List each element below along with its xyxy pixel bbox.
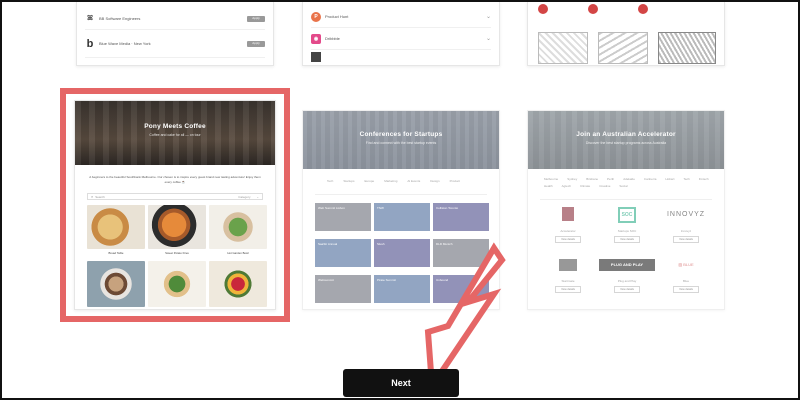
filter-chip[interactable]: Agtech [562, 184, 571, 188]
list-item-label: Blue Wave Media · New York [99, 41, 151, 46]
filter-chip[interactable]: Tech [683, 177, 689, 181]
template-card-top-middle[interactable]: P Product Hunt ⌄ ◉ Dribbble ⌄ ▬ [302, 2, 500, 66]
filter-row: Melbourne Sydney Brisbane Perth Adelaide… [544, 177, 710, 188]
view-details-button[interactable]: View details [614, 236, 640, 243]
template-card-top-right[interactable] [527, 2, 725, 66]
hero-banner: Conferences for Startups Find and connec… [303, 111, 499, 169]
list-item-label: BB Software Engineers [99, 16, 141, 21]
avatar-row [538, 4, 718, 16]
avatar [588, 4, 598, 14]
product-hunt-icon: P [311, 11, 321, 22]
hero-image-texture [528, 111, 724, 169]
accelerator-label: Accelerator [560, 229, 576, 233]
divider [315, 194, 487, 195]
avatar [638, 4, 648, 14]
illustration [658, 32, 716, 64]
accelerator-logo: ▨ BLUE [678, 262, 694, 267]
company-logo-icon: b [86, 37, 94, 50]
filter-chip[interactable]: Sydney [567, 177, 577, 181]
list-item: ꕤ BB Software Engineers Apply [85, 8, 265, 30]
apply-button[interactable]: Apply [247, 15, 265, 22]
accelerator-logo-cell: SOC Startups SOC View details [599, 207, 655, 243]
app-frame: ꕤ BB Software Engineers Apply b Blue Wav… [0, 0, 800, 400]
view-details-button[interactable]: View details [673, 286, 699, 293]
apply-button[interactable]: Apply [247, 40, 265, 47]
accelerator-logo: ◼ [559, 259, 577, 271]
filter-chip[interactable]: Health [544, 184, 553, 188]
event-tile[interactable]: Websummit [315, 275, 371, 303]
hero-banner: Join an Australian Accelerator Discover … [528, 111, 724, 169]
card-title: Conferences for Startups [359, 131, 443, 138]
accelerator-label: Innovyz [680, 229, 692, 233]
list-item: ◉ Dribbble ⌄ [311, 28, 491, 50]
list-item: b Blue Wave Media · New York Apply [85, 30, 265, 58]
selection-highlight [60, 88, 290, 322]
illustration [598, 32, 648, 64]
accelerator-label: Startups SOC [617, 229, 637, 233]
divider [540, 199, 712, 200]
filter-chip[interactable]: Creative [599, 184, 610, 188]
filter-chip[interactable]: Climate [580, 184, 590, 188]
filter-chip[interactable]: Perth [607, 177, 614, 181]
accelerator-logo: PLUG AND PLAY [599, 259, 655, 271]
event-tile[interactable]: DLD Munich [433, 239, 489, 267]
filter-chip[interactable]: Europe [365, 179, 375, 183]
accelerator-logo: INNOVYZ [666, 211, 706, 218]
filter-chip[interactable]: Social [619, 184, 627, 188]
accelerator-logo: ▣ [562, 207, 574, 221]
accelerator-label: Blue [682, 279, 689, 283]
view-details-button[interactable]: View details [614, 286, 640, 293]
accelerator-logo-cell: INNOVYZ Innovyz View details [658, 207, 714, 243]
avatar [538, 4, 548, 14]
event-tile[interactable]: Slush [374, 239, 430, 267]
event-tile[interactable]: Pirate Summit [374, 275, 430, 303]
template-card-top-left[interactable]: ꕤ BB Software Engineers Apply b Blue Wav… [76, 2, 274, 66]
chevron-down-icon[interactable]: ⌄ [486, 35, 491, 42]
filter-chip[interactable]: Design [430, 179, 439, 183]
company-logo-icon: ꕤ [87, 14, 93, 22]
filter-chip[interactable]: AI Events [407, 179, 420, 183]
event-tile[interactable]: Collision Toronto [433, 203, 489, 231]
event-tile[interactable]: SaaStr Annual [315, 239, 371, 267]
card-subtitle: Find and connect with the best startup e… [365, 141, 437, 145]
next-button[interactable]: Next [343, 369, 459, 397]
accelerator-label: Startmate [561, 279, 575, 283]
accelerator-logo-cell: PLUG AND PLAY Plug and Play View details [599, 259, 655, 293]
filter-chip[interactable]: Fintech [699, 177, 709, 181]
template-card-conferences[interactable]: Conferences for Startups Find and connec… [302, 110, 500, 310]
template-card-accelerator[interactable]: Join an Australian Accelerator Discover … [527, 110, 725, 310]
illustration [538, 32, 588, 64]
accelerator-logo-cell: ▣ Accelerator View details [540, 207, 596, 243]
filter-chip[interactable]: Tech [327, 179, 333, 183]
list-item-label: Dribbble [325, 36, 340, 41]
card-title: Join an Australian Accelerator [576, 131, 676, 138]
accelerator-logo: SOC [618, 207, 636, 223]
view-details-button[interactable]: View details [673, 236, 699, 243]
filter-row: Tech Startups Europe Marketing AI Events… [327, 179, 479, 183]
filter-chip[interactable]: Hobart [665, 177, 674, 181]
view-details-button[interactable]: View details [555, 286, 581, 293]
event-tile[interactable]: Web Summit Lisbon [315, 203, 371, 231]
list-item: P Product Hunt ⌄ [311, 6, 491, 28]
filter-chip[interactable]: Canberra [644, 177, 657, 181]
filter-chip[interactable]: Marketing [384, 179, 397, 183]
list-item: ▬ [311, 50, 491, 64]
list-item-label: Product Hunt [325, 14, 349, 19]
accelerator-logo-cell: ▨ BLUE Blue View details [658, 259, 714, 293]
dribbble-icon: ◉ [311, 33, 321, 44]
view-details-button[interactable]: View details [555, 236, 581, 243]
filter-chip[interactable]: Melbourne [544, 177, 558, 181]
filter-chip[interactable]: Product [450, 179, 460, 183]
app-logo-icon: ▬ [311, 52, 321, 62]
accelerator-label: Plug and Play [617, 279, 637, 283]
filter-chip[interactable]: Brisbane [586, 177, 598, 181]
card-subtitle: Discover the best startup programs acros… [585, 141, 667, 145]
accelerator-logo-cell: ◼ Startmate View details [540, 259, 596, 293]
chevron-down-icon[interactable]: ⌄ [486, 13, 491, 20]
hero-image-texture [303, 111, 499, 169]
filter-chip[interactable]: Startups [343, 179, 354, 183]
event-tile[interactable]: TNW [374, 203, 430, 231]
filter-chip[interactable]: Adelaide [623, 177, 635, 181]
event-tile[interactable]: Unbound [433, 275, 489, 303]
